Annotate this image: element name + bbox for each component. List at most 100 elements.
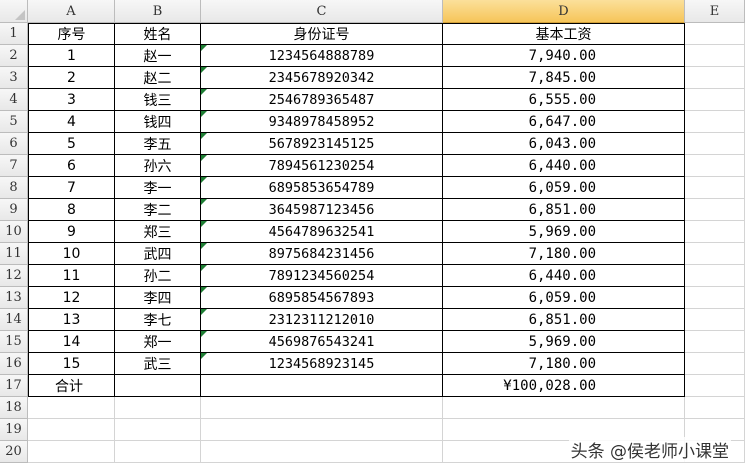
salary-cell[interactable]: 5,969.00 <box>443 221 685 243</box>
salary-cell[interactable]: 6,647.00 <box>443 111 685 133</box>
row-header-18[interactable]: 18 <box>0 397 28 419</box>
seq-cell[interactable]: 15 <box>28 353 115 375</box>
name-cell[interactable]: 武三 <box>115 353 201 375</box>
empty-cell[interactable] <box>201 397 443 419</box>
row-header-5[interactable]: 5 <box>0 111 28 133</box>
empty-cell[interactable] <box>115 441 201 463</box>
row-header-1[interactable]: 1 <box>0 23 28 45</box>
header-cell-id[interactable]: 身份证号 <box>201 23 443 45</box>
total-value-cell[interactable]: ¥100,028.00 <box>443 375 685 397</box>
row-header-9[interactable]: 9 <box>0 199 28 221</box>
cell-e[interactable] <box>685 243 745 265</box>
cell-e[interactable] <box>685 177 745 199</box>
name-cell[interactable]: 李一 <box>115 177 201 199</box>
seq-cell[interactable]: 3 <box>28 89 115 111</box>
row-header-17[interactable]: 17 <box>0 375 28 397</box>
total-label-cell[interactable]: 合计 <box>28 375 115 397</box>
name-cell[interactable]: 孙六 <box>115 155 201 177</box>
empty-cell[interactable] <box>28 397 115 419</box>
empty-cell[interactable] <box>28 419 115 441</box>
name-cell[interactable]: 李二 <box>115 199 201 221</box>
column-header-a[interactable]: A <box>28 0 115 23</box>
row-header-20[interactable]: 20 <box>0 441 28 463</box>
row-header-7[interactable]: 7 <box>0 155 28 177</box>
row-header-16[interactable]: 16 <box>0 353 28 375</box>
empty-cell[interactable] <box>685 397 745 419</box>
empty-cell[interactable] <box>115 397 201 419</box>
name-cell[interactable]: 李四 <box>115 287 201 309</box>
row-header-13[interactable]: 13 <box>0 287 28 309</box>
cell-e[interactable] <box>685 111 745 133</box>
row-header-14[interactable]: 14 <box>0 309 28 331</box>
name-cell[interactable]: 郑三 <box>115 221 201 243</box>
salary-cell[interactable]: 6,059.00 <box>443 177 685 199</box>
total-empty-b[interactable] <box>115 375 201 397</box>
id-cell[interactable]: 7894561230254 <box>201 155 443 177</box>
salary-cell[interactable]: 6,043.00 <box>443 133 685 155</box>
salary-cell[interactable]: 6,851.00 <box>443 199 685 221</box>
cell-e[interactable] <box>685 331 745 353</box>
cell-e[interactable] <box>685 287 745 309</box>
cell-e1[interactable] <box>685 23 745 45</box>
seq-cell[interactable]: 14 <box>28 331 115 353</box>
seq-cell[interactable]: 10 <box>28 243 115 265</box>
id-cell[interactable]: 9348978458952 <box>201 111 443 133</box>
empty-cell[interactable] <box>115 419 201 441</box>
seq-cell[interactable]: 4 <box>28 111 115 133</box>
seq-cell[interactable]: 13 <box>28 309 115 331</box>
row-header-11[interactable]: 11 <box>0 243 28 265</box>
seq-cell[interactable]: 12 <box>28 287 115 309</box>
empty-cell[interactable] <box>201 441 443 463</box>
cell-e[interactable] <box>685 199 745 221</box>
total-empty-c[interactable] <box>201 375 443 397</box>
column-header-d[interactable]: D <box>443 0 685 23</box>
id-cell[interactable]: 1234568923145 <box>201 353 443 375</box>
cell-e[interactable] <box>685 133 745 155</box>
salary-cell[interactable]: 7,180.00 <box>443 353 685 375</box>
row-header-15[interactable]: 15 <box>0 331 28 353</box>
seq-cell[interactable]: 7 <box>28 177 115 199</box>
id-cell[interactable]: 2312311212010 <box>201 309 443 331</box>
id-cell[interactable]: 7891234560254 <box>201 265 443 287</box>
seq-cell[interactable]: 6 <box>28 155 115 177</box>
column-header-b[interactable]: B <box>115 0 201 23</box>
name-cell[interactable]: 孙二 <box>115 265 201 287</box>
salary-cell[interactable]: 7,845.00 <box>443 67 685 89</box>
name-cell[interactable]: 郑一 <box>115 331 201 353</box>
id-cell[interactable]: 3645987123456 <box>201 199 443 221</box>
id-cell[interactable]: 6895854567893 <box>201 287 443 309</box>
cell-e[interactable] <box>685 45 745 67</box>
row-header-6[interactable]: 6 <box>0 133 28 155</box>
seq-cell[interactable]: 2 <box>28 67 115 89</box>
cell-e17[interactable] <box>685 375 745 397</box>
name-cell[interactable]: 武四 <box>115 243 201 265</box>
seq-cell[interactable]: 5 <box>28 133 115 155</box>
header-cell-seq[interactable]: 序号 <box>28 23 115 45</box>
seq-cell[interactable]: 8 <box>28 199 115 221</box>
column-header-e[interactable]: E <box>685 0 745 23</box>
cell-e[interactable] <box>685 67 745 89</box>
cell-e[interactable] <box>685 155 745 177</box>
cell-e[interactable] <box>685 265 745 287</box>
name-cell[interactable]: 赵二 <box>115 67 201 89</box>
salary-cell[interactable]: 7,180.00 <box>443 243 685 265</box>
id-cell[interactable]: 1234564888789 <box>201 45 443 67</box>
empty-cell[interactable] <box>201 419 443 441</box>
name-cell[interactable]: 李五 <box>115 133 201 155</box>
name-cell[interactable]: 钱四 <box>115 111 201 133</box>
header-cell-name[interactable]: 姓名 <box>115 23 201 45</box>
id-cell[interactable]: 5678923145125 <box>201 133 443 155</box>
salary-cell[interactable]: 6,555.00 <box>443 89 685 111</box>
cell-e[interactable] <box>685 309 745 331</box>
id-cell[interactable]: 8975684231456 <box>201 243 443 265</box>
salary-cell[interactable]: 5,969.00 <box>443 331 685 353</box>
name-cell[interactable]: 钱三 <box>115 89 201 111</box>
select-all-corner[interactable] <box>0 0 28 23</box>
seq-cell[interactable]: 9 <box>28 221 115 243</box>
row-header-2[interactable]: 2 <box>0 45 28 67</box>
salary-cell[interactable]: 7,940.00 <box>443 45 685 67</box>
row-header-10[interactable]: 10 <box>0 221 28 243</box>
row-header-3[interactable]: 3 <box>0 67 28 89</box>
id-cell[interactable]: 2546789365487 <box>201 89 443 111</box>
seq-cell[interactable]: 11 <box>28 265 115 287</box>
